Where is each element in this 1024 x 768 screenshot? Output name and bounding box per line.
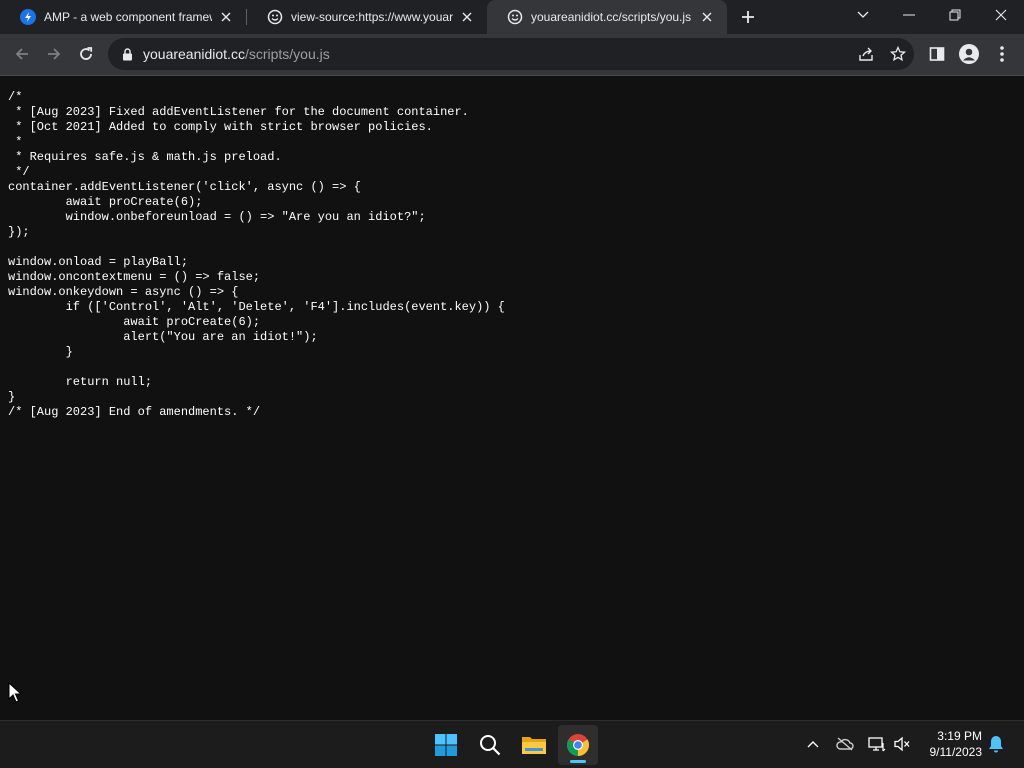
minimize-icon [903,14,915,16]
tab-title: youareanidiot.cc/scripts/you.js [531,10,692,24]
back-button[interactable] [7,39,37,69]
volume-muted-icon [894,736,910,752]
close-tab-icon[interactable] [699,9,715,25]
plus-icon [742,11,754,23]
chrome-icon [567,734,589,756]
close-tab-icon[interactable] [459,9,475,25]
source-code: /* * [Aug 2023] Fixed addEventListener f… [8,90,505,419]
file-explorer-button[interactable] [514,725,554,765]
search-button[interactable] [470,725,510,765]
tab-view-source[interactable]: view-source:https://www.youare [247,0,487,34]
url-text: youareanidiot.cc/scripts/you.js [143,46,330,62]
reload-icon [80,47,93,60]
amp-icon [20,9,36,25]
notifications-button[interactable] [985,733,1007,755]
new-tab-button[interactable] [736,5,760,29]
url-path: /scripts/you.js [244,46,330,62]
tab-strip: AMP - a web component framew view-source… [0,0,1024,34]
tab-you-js[interactable]: youareanidiot.cc/scripts/you.js [487,0,727,34]
smiley-icon [507,9,523,25]
tab-search-button[interactable] [840,0,886,30]
taskbar: 3:19 PM 9/11/2023 [0,720,1024,768]
clock-time: 3:19 PM [937,729,982,743]
network-icon [868,737,886,752]
menu-button[interactable] [988,40,1016,68]
onedrive-button[interactable] [834,733,856,755]
bell-icon [989,736,1003,753]
restore-button[interactable] [932,0,978,30]
smiley-icon [267,9,283,25]
tab-title: view-source:https://www.youare [291,10,453,24]
chevron-up-icon [807,741,819,748]
lock-icon[interactable] [120,47,134,61]
address-bar[interactable]: youareanidiot.cc/scripts/you.js [108,38,914,70]
file-explorer-icon [522,737,546,754]
chevron-down-icon [857,11,869,18]
more-vert-icon [1000,46,1004,62]
reload-button[interactable] [71,39,101,69]
clock[interactable]: 3:19 PM 9/11/2023 [910,728,983,760]
restore-icon [949,9,961,21]
url-host: youareanidiot.cc [143,46,245,62]
close-icon [995,9,1007,21]
active-app-indicator [570,760,586,763]
tab-amp[interactable]: AMP - a web component framew [0,0,246,34]
side-panel-button[interactable] [923,40,951,68]
share-button[interactable] [856,44,876,64]
bookmark-button[interactable] [888,44,908,64]
page-content: /* * [Aug 2023] Fixed addEventListener f… [0,76,1024,720]
search-icon [480,735,501,756]
minimize-button[interactable] [886,0,932,30]
mouse-pointer-icon [8,682,22,703]
star-icon [890,46,906,62]
start-icon [435,734,457,756]
arrow-right-icon [48,48,61,60]
network-button[interactable] [866,733,888,755]
arrow-left-icon [15,48,28,60]
side-panel-icon [929,47,945,61]
cloud-off-icon [836,737,854,751]
start-button[interactable] [426,725,466,765]
profile-button[interactable] [955,40,983,68]
forward-button[interactable] [39,39,69,69]
avatar-icon [959,44,979,64]
close-window-button[interactable] [978,0,1024,30]
browser-toolbar: youareanidiot.cc/scripts/you.js [0,34,1024,76]
share-icon [859,47,873,61]
show-hidden-icons-button[interactable] [802,733,824,755]
clock-date: 9/11/2023 [929,745,983,759]
chrome-button[interactable] [558,725,598,765]
tab-title: AMP - a web component framew [44,10,212,24]
close-tab-icon[interactable] [218,9,234,25]
